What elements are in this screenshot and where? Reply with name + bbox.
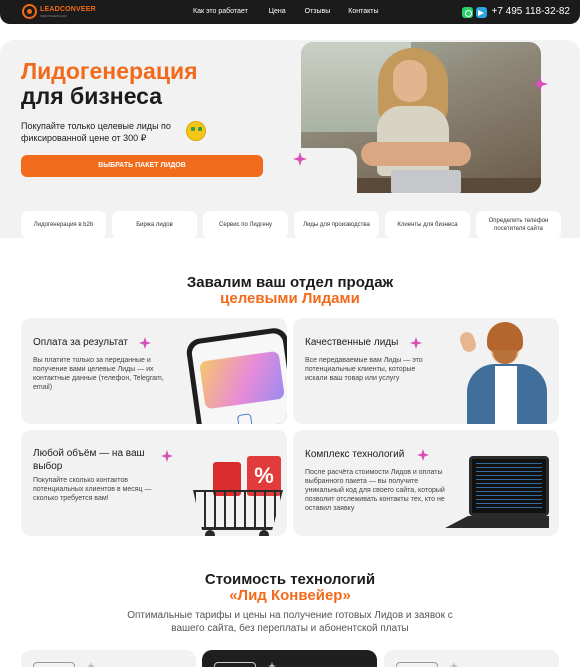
card-text: Вы платите только за переданные и получе… xyxy=(33,357,164,391)
nav-link-reviews[interactable]: Отзывы xyxy=(305,7,331,17)
whatsapp-icon[interactable] xyxy=(461,6,473,18)
card-title: Любой объём — на ваш выбор xyxy=(33,448,145,472)
chip-manufacturing-leads[interactable]: Лиды для производства xyxy=(294,211,379,239)
card-text: После расчёта стоимости Лидов и оплаты в… xyxy=(305,469,445,512)
pricing-card-featured[interactable] xyxy=(202,650,377,667)
laptop-illustration xyxy=(439,450,549,536)
hero-photo-cutout xyxy=(301,148,357,194)
pricing-title-accent: «Лид Конвейер» xyxy=(229,587,351,604)
pricing-card[interactable] xyxy=(384,650,559,667)
shopping-cart-illustration: % xyxy=(189,452,287,536)
hero-title: для бизнеса xyxy=(21,83,163,109)
waving-man-illustration xyxy=(445,318,547,424)
benefit-card-tech-complex: Комплекс технологий После расчёта стоимо… xyxy=(293,430,559,536)
card-text: Все передаваемые вам Лиды — это потенциа… xyxy=(305,357,423,382)
telegram-icon[interactable] xyxy=(475,6,487,18)
pricing-card[interactable] xyxy=(21,650,196,667)
chip-visitor-phone[interactable]: Определить телефон посетителя сайта xyxy=(476,211,561,239)
site-header: LEADCONVEER ЛИДОГЕНЕРАЦИЯ Как это работа… xyxy=(0,0,580,24)
nav-link-how-it-works[interactable]: Как это работает xyxy=(193,7,248,17)
sparkle-icon xyxy=(87,662,95,667)
chip-b2b[interactable]: Лидогенерация в b2b xyxy=(21,211,106,239)
hero-title-accent: Лидогенерация xyxy=(21,58,198,84)
card-title: Оплата за результат xyxy=(33,337,128,348)
phone-link[interactable]: +7 495 118-32-82 xyxy=(492,6,571,18)
service-chips: Лидогенерация в b2b Биржа лидов Сервис п… xyxy=(21,211,580,239)
card-title: Качественные лиды xyxy=(305,337,399,348)
card-text: Покупайте сколько контактов потенциальны… xyxy=(33,477,152,502)
benefit-card-pay-for-result: Оплата за результат Вы платите только за… xyxy=(21,318,287,424)
nav-link-contacts[interactable]: Контакты xyxy=(348,7,378,17)
choose-package-button[interactable]: ВЫБРАТЬ ПАКЕТ ЛИДОВ xyxy=(21,155,263,177)
logo[interactable]: LEADCONVEER ЛИДОГЕНЕРАЦИЯ xyxy=(22,4,96,19)
chip-business-clients[interactable]: Клиенты для бизнеса xyxy=(385,211,470,239)
benefit-card-any-volume: Любой объём — на ваш выбор Покупайте ско… xyxy=(21,430,287,536)
pricing-description: Оптимальные тарифы и цены на получение г… xyxy=(127,610,453,634)
logo-mark-icon xyxy=(22,4,37,19)
nav-link-price[interactable]: Цена xyxy=(269,7,286,17)
money-face-icon xyxy=(186,121,206,141)
hero-description: Покупайте только целевые лиды по фиксиро… xyxy=(21,121,171,143)
card-title: Комплекс технологий xyxy=(305,449,405,460)
logo-tagline: ЛИДОГЕНЕРАЦИЯ xyxy=(40,13,67,18)
chip-leads-exchange[interactable]: Биржа лидов xyxy=(112,211,197,239)
sparkle-icon xyxy=(450,662,458,667)
logo-name: LEADCONVEER xyxy=(40,5,96,13)
main-nav: Как это работает Цена Отзывы Контакты xyxy=(193,7,379,17)
sparkle-icon xyxy=(268,662,276,667)
chip-leadgen-service[interactable]: Сервис по Лидгену xyxy=(203,211,288,239)
header-contacts: +7 495 118-32-82 xyxy=(461,6,571,18)
phone-card-illustration xyxy=(184,326,287,424)
benefits-title-accent: целевыми Лидами xyxy=(220,290,360,307)
benefit-card-quality-leads: Качественные лиды Все передаваемые вам Л… xyxy=(293,318,559,424)
